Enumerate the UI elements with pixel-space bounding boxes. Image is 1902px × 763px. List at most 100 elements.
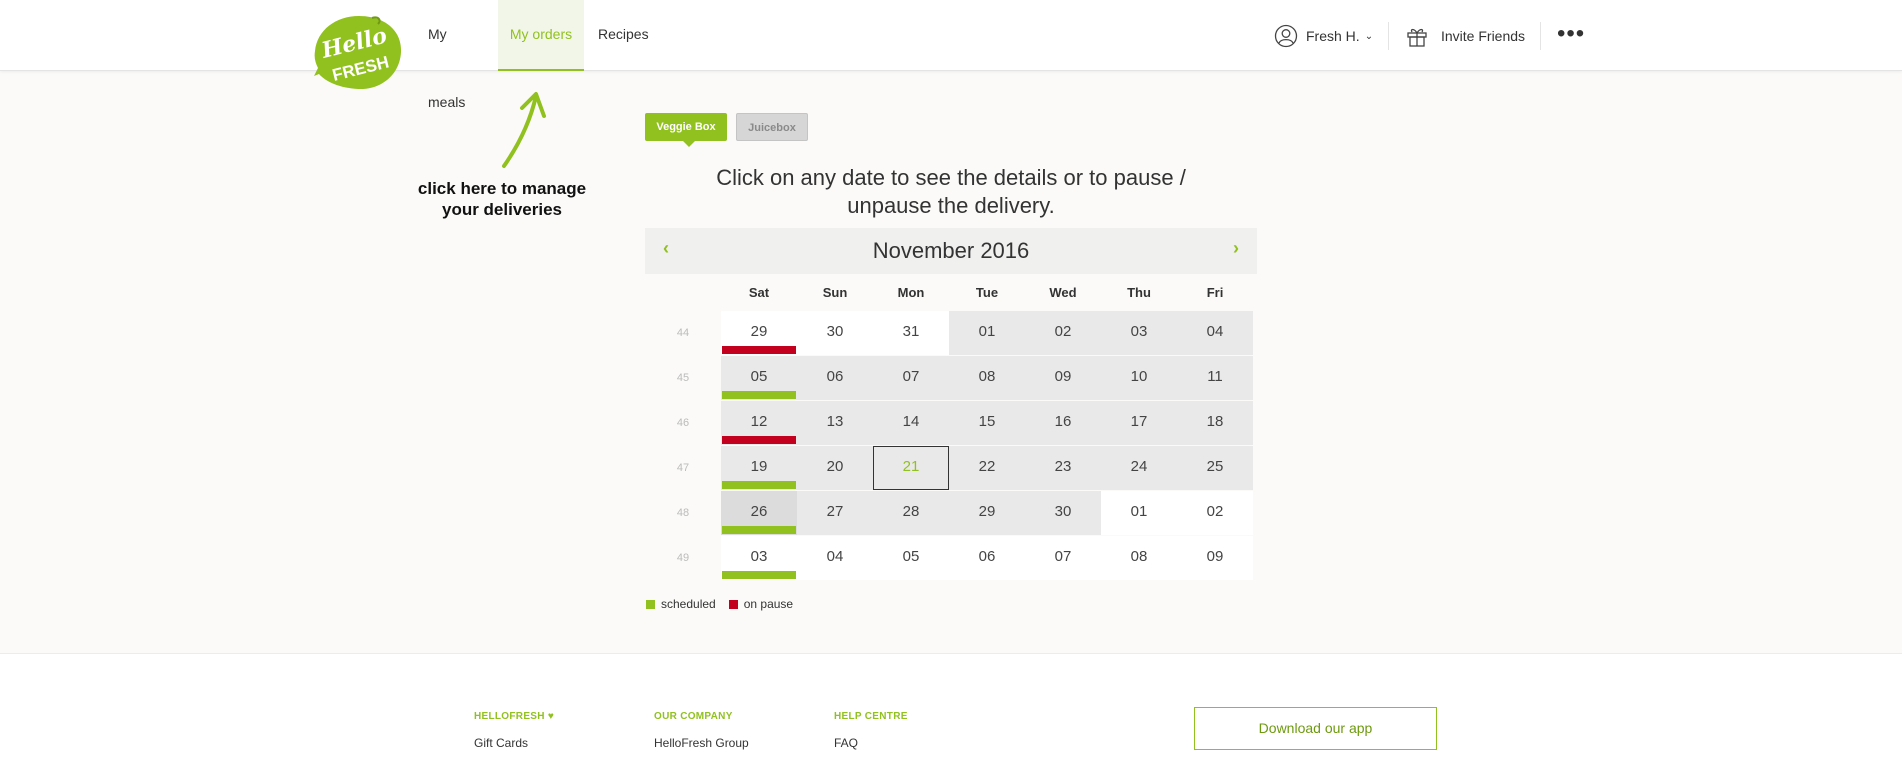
footer-link-faq[interactable]: FAQ: [834, 736, 908, 752]
calendar-day[interactable]: 20: [797, 446, 873, 490]
week-number: 46: [676, 417, 690, 429]
calendar-day-number: 01: [1130, 503, 1148, 520]
footer-column-help: HELP CENTRE FAQ: [834, 711, 908, 752]
calendar-day[interactable]: 17: [1101, 401, 1177, 445]
heart-icon: ♥: [547, 711, 555, 722]
calendar-day[interactable]: 29: [949, 491, 1025, 535]
hellofresh-logo[interactable]: Hello FRESH: [312, 14, 406, 92]
more-options-icon[interactable]: •••: [1557, 22, 1585, 46]
weekday-header: Wed: [1049, 285, 1077, 300]
calendar-day[interactable]: 06: [949, 536, 1025, 580]
calendar-day[interactable]: 02: [1177, 491, 1253, 535]
tab-veggie-box[interactable]: Veggie Box: [645, 113, 727, 147]
calendar-day[interactable]: 19: [721, 446, 797, 490]
calendar-month-title: November 2016: [872, 238, 1030, 263]
calendar-day[interactable]: 14: [873, 401, 949, 445]
calendar-day[interactable]: 07: [873, 356, 949, 400]
top-navbar: My meals My orders Recipes Fresh H. ⌄ In…: [0, 0, 1902, 110]
calendar-day-number: 05: [750, 368, 768, 385]
calendar-day[interactable]: 18: [1177, 401, 1253, 445]
calendar-day[interactable]: 23: [1025, 446, 1101, 490]
calendar-day[interactable]: 30: [1025, 491, 1101, 535]
calendar-day[interactable]: 29: [721, 311, 797, 355]
calendar-day-number: 19: [750, 458, 768, 475]
calendar-day-number: 09: [1054, 368, 1072, 385]
user-menu[interactable]: Fresh H. ⌄: [1274, 22, 1373, 50]
calendar-day-number: 07: [902, 368, 920, 385]
calendar-day-number: 16: [1054, 413, 1072, 430]
calendar-day[interactable]: 22: [949, 446, 1025, 490]
calendar-day[interactable]: 03: [721, 536, 797, 580]
calendar-day[interactable]: 30: [797, 311, 873, 355]
calendar-day-number: 25: [1206, 458, 1224, 475]
invite-friends-label: Invite Friends: [1441, 28, 1526, 44]
scheduled-indicator: [722, 391, 796, 399]
calendar-day[interactable]: 15: [949, 401, 1025, 445]
calendar-day[interactable]: 13: [797, 401, 873, 445]
calendar-day-number: 30: [826, 323, 844, 340]
calendar-day-number: 22: [978, 458, 996, 475]
calendar-day-number: 27: [826, 503, 844, 520]
calendar-day[interactable]: 27: [797, 491, 873, 535]
calendar-day[interactable]: 07: [1025, 536, 1101, 580]
download-app-button[interactable]: Download our app: [1194, 707, 1437, 750]
calendar-day-number: 23: [1054, 458, 1072, 475]
calendar-day-number: 28: [902, 503, 920, 520]
calendar-day[interactable]: 01: [1101, 491, 1177, 535]
calendar-day-number: 04: [1206, 323, 1224, 340]
calendar-day[interactable]: 21: [873, 446, 949, 490]
weekday-header: Thu: [1127, 285, 1151, 300]
weekday-header: Fri: [1206, 285, 1224, 300]
calendar-day[interactable]: 05: [721, 356, 797, 400]
calendar-day-number: 24: [1130, 458, 1148, 475]
calendar-day-number: 03: [1130, 323, 1148, 340]
calendar-day-number: 05: [902, 548, 920, 565]
calendar-day[interactable]: 12: [721, 401, 797, 445]
calendar-day[interactable]: 04: [1177, 311, 1253, 355]
calendar-legend: scheduled on pause: [646, 597, 806, 611]
calendar-day[interactable]: 11: [1177, 356, 1253, 400]
divider: [1540, 22, 1541, 50]
calendar-day[interactable]: 09: [1025, 356, 1101, 400]
calendar-day[interactable]: 08: [1101, 536, 1177, 580]
calendar-day-number: 31: [902, 323, 920, 340]
chevron-down-icon: ⌄: [1364, 30, 1374, 42]
calendar-day-number: 11: [1207, 368, 1223, 385]
week-number: 49: [676, 552, 690, 564]
nav-recipes[interactable]: Recipes: [598, 0, 649, 71]
calendar-day[interactable]: 28: [873, 491, 949, 535]
footer-link-hellofresh-group[interactable]: HelloFresh Group: [654, 736, 749, 752]
calendar-day[interactable]: 01: [949, 311, 1025, 355]
nav-my-meals[interactable]: My meals: [428, 0, 485, 110]
calendar-day[interactable]: 08: [949, 356, 1025, 400]
week-number: 44: [676, 327, 690, 339]
nav-my-orders[interactable]: My orders: [498, 0, 584, 71]
calendar-day-number: 29: [750, 323, 768, 340]
invite-friends-link[interactable]: Invite Friends: [1405, 22, 1525, 50]
calendar-day[interactable]: 24: [1101, 446, 1177, 490]
arrow-up-icon: [502, 92, 546, 168]
calendar-day[interactable]: 02: [1025, 311, 1101, 355]
calendar-day[interactable]: 05: [873, 536, 949, 580]
calendar-day[interactable]: 03: [1101, 311, 1177, 355]
footer-heading: HELP CENTRE: [834, 711, 908, 722]
calendar-day[interactable]: 25: [1177, 446, 1253, 490]
calendar-day[interactable]: 26: [721, 491, 797, 535]
weekday-header: Sun: [822, 285, 848, 300]
tab-juicebox[interactable]: Juicebox: [736, 113, 808, 141]
calendar-day[interactable]: 16: [1025, 401, 1101, 445]
paused-indicator: [722, 436, 796, 444]
footer-link-gift-cards[interactable]: Gift Cards: [474, 736, 554, 752]
calendar-day-number: 29: [978, 503, 996, 520]
calendar-day-number: 08: [978, 368, 996, 385]
scheduled-indicator: [722, 481, 796, 489]
calendar-day[interactable]: 04: [797, 536, 873, 580]
calendar-day[interactable]: 06: [797, 356, 873, 400]
footer: HELLOFRESH ♥ Gift Cards OUR COMPANY Hell…: [0, 653, 1902, 763]
next-month-button[interactable]: ›: [1233, 238, 1239, 259]
weekday-header: Tue: [975, 285, 999, 300]
calendar-day[interactable]: 09: [1177, 536, 1253, 580]
calendar-day[interactable]: 10: [1101, 356, 1177, 400]
calendar-day[interactable]: 31: [873, 311, 949, 355]
gift-icon: [1407, 28, 1427, 47]
